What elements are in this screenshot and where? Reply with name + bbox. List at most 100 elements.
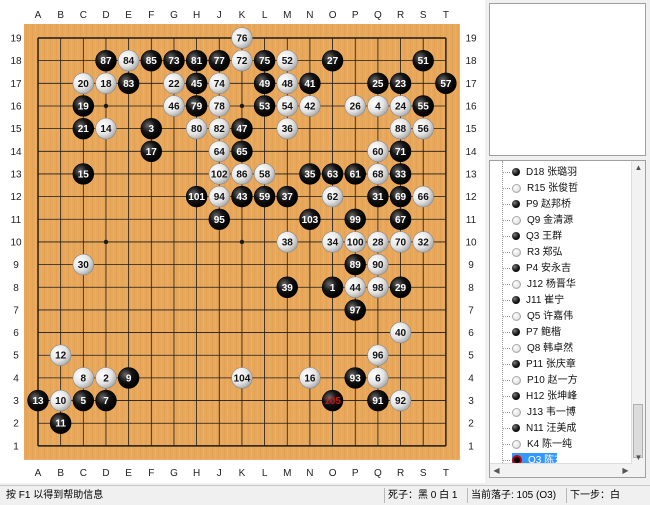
move-list-item[interactable]: J13 韦一博 xyxy=(512,405,614,420)
row-label: 9 xyxy=(468,260,474,271)
move-list-item[interactable]: D18 张璐羽 xyxy=(512,165,614,180)
move-number: 83 xyxy=(123,79,135,90)
status-captures: 死子：黑 0 白 1 xyxy=(388,490,458,501)
row-label: 1 xyxy=(13,441,19,452)
move-label: K4 陈一纯 xyxy=(527,439,573,450)
move-number: 105 xyxy=(324,396,341,407)
black-stone-icon xyxy=(512,200,520,209)
white-stone-icon xyxy=(512,375,521,385)
scroll-down-icon[interactable]: ▼ xyxy=(632,451,645,464)
go-board[interactable]: A A B B C C D D E E F F G G H H J J K K L L M M N N O O P P Q Q R R S S T T 19… xyxy=(0,0,485,483)
tree-branch xyxy=(502,364,510,366)
move-list-item[interactable]: Q5 许嘉伟 xyxy=(512,309,614,324)
status-next-move: 下一步：白 xyxy=(570,490,620,501)
tree-branch xyxy=(502,316,510,318)
move-list-item[interactable]: R3 郑弘 xyxy=(512,245,614,260)
move-number: 45 xyxy=(191,79,203,90)
move-number: 74 xyxy=(214,79,226,90)
column-label: C xyxy=(80,468,87,479)
column-label: Q xyxy=(374,468,382,479)
white-stone-icon xyxy=(512,343,521,353)
move-number: 29 xyxy=(395,283,407,294)
scroll-thumb[interactable] xyxy=(633,404,643,458)
move-list-item[interactable]: J11 崔宁 xyxy=(512,293,614,308)
column-label: C xyxy=(80,10,87,21)
move-number: 44 xyxy=(350,283,362,294)
move-list-item[interactable]: P9 赵邦桥 xyxy=(512,197,614,212)
move-number: 51 xyxy=(418,56,430,67)
move-number: 4 xyxy=(375,101,381,112)
move-label: R15 张俊哲 xyxy=(527,183,579,194)
row-label: 1 xyxy=(468,441,474,452)
row-label: 2 xyxy=(13,419,19,430)
column-label: B xyxy=(57,468,64,479)
tree-branch xyxy=(502,236,510,238)
move-list-item[interactable]: K4 陈一纯 xyxy=(512,437,614,452)
move-number: 69 xyxy=(395,192,407,203)
move-number: 1 xyxy=(330,283,336,294)
horizontal-scrollbar[interactable]: ◀ ▶ xyxy=(490,463,632,477)
column-label: T xyxy=(443,10,449,21)
white-stone-icon xyxy=(512,407,521,417)
move-number: 33 xyxy=(395,169,407,180)
scroll-up-icon[interactable]: ▲ xyxy=(632,161,645,174)
move-label: J13 韦一博 xyxy=(527,407,576,418)
move-number: 39 xyxy=(282,283,294,294)
move-number: 9 xyxy=(126,373,132,384)
move-number: 90 xyxy=(372,260,384,271)
move-list-item[interactable]: R15 张俊哲 xyxy=(512,181,614,196)
move-list-item[interactable]: P4 安永吉 xyxy=(512,261,614,276)
column-label: R xyxy=(397,10,404,21)
white-stone-icon xyxy=(512,247,521,257)
move-number: 89 xyxy=(350,260,362,271)
move-label: J12 杨晋华 xyxy=(527,279,576,290)
black-stone-icon xyxy=(512,424,520,433)
move-list-item[interactable]: P11 张庆章 xyxy=(512,357,614,372)
black-stone-icon xyxy=(512,168,520,177)
info-panel xyxy=(489,3,646,156)
row-label: 6 xyxy=(468,328,474,339)
move-list-item[interactable]: N11 汪美成 xyxy=(512,421,614,436)
move-list-item[interactable]: Q3 王群 xyxy=(512,229,614,244)
tree-branch xyxy=(502,460,510,462)
row-label: 4 xyxy=(13,373,19,384)
move-number: 18 xyxy=(100,79,112,90)
status-divider xyxy=(384,488,385,503)
status-help-text: 按 F1 以得到帮助信息 xyxy=(6,490,104,501)
column-label: S xyxy=(420,468,427,479)
row-label: 10 xyxy=(465,237,477,248)
column-label: E xyxy=(125,10,132,21)
move-list-item[interactable]: Q9 金清源 xyxy=(512,213,614,228)
move-label: P11 张庆章 xyxy=(526,359,576,370)
move-number: 85 xyxy=(146,56,158,67)
white-stone-icon xyxy=(512,439,521,449)
status-current-move: 当前落子: 105 (O3) xyxy=(471,490,557,501)
column-label: D xyxy=(102,468,109,479)
move-list-item[interactable]: P10 赵一方 xyxy=(512,373,614,388)
move-number: 88 xyxy=(395,124,407,135)
scroll-right-icon[interactable]: ▶ xyxy=(619,464,632,477)
move-number: 42 xyxy=(304,101,316,112)
status-bar: 按 F1 以得到帮助信息 死子：黑 0 白 1 当前落子: 105 (O3) 下… xyxy=(0,485,650,505)
move-number: 28 xyxy=(372,237,384,248)
move-number: 62 xyxy=(327,192,339,203)
move-list-item[interactable]: Q8 韩卓然 xyxy=(512,341,614,356)
column-label: H xyxy=(193,468,200,479)
move-number: 46 xyxy=(168,101,180,112)
move-label: Q5 许嘉伟 xyxy=(527,311,574,322)
move-list-panel[interactable]: D18 张璐羽 R15 张俊哲 P9 赵邦桥 Q9 金清源 Q3 王群 R3 郑弘 P4 安… xyxy=(489,160,646,478)
scroll-left-icon[interactable]: ◀ xyxy=(490,464,503,477)
tree-branch xyxy=(502,172,510,174)
vertical-scrollbar[interactable]: ▲ ▼ xyxy=(631,161,645,477)
black-stone-icon xyxy=(512,232,520,241)
tree-branch xyxy=(502,252,510,254)
status-divider xyxy=(467,488,468,503)
column-label: G xyxy=(170,468,178,479)
column-label: F xyxy=(148,468,154,479)
column-label: B xyxy=(57,10,64,21)
move-list-item[interactable]: H12 张坤峰 xyxy=(512,389,614,404)
row-label: 7 xyxy=(13,305,19,316)
move-list-item[interactable]: J12 杨晋华 xyxy=(512,277,614,292)
move-list-item[interactable]: P7 鲍楷 xyxy=(512,325,614,340)
tree-branch xyxy=(502,396,510,398)
